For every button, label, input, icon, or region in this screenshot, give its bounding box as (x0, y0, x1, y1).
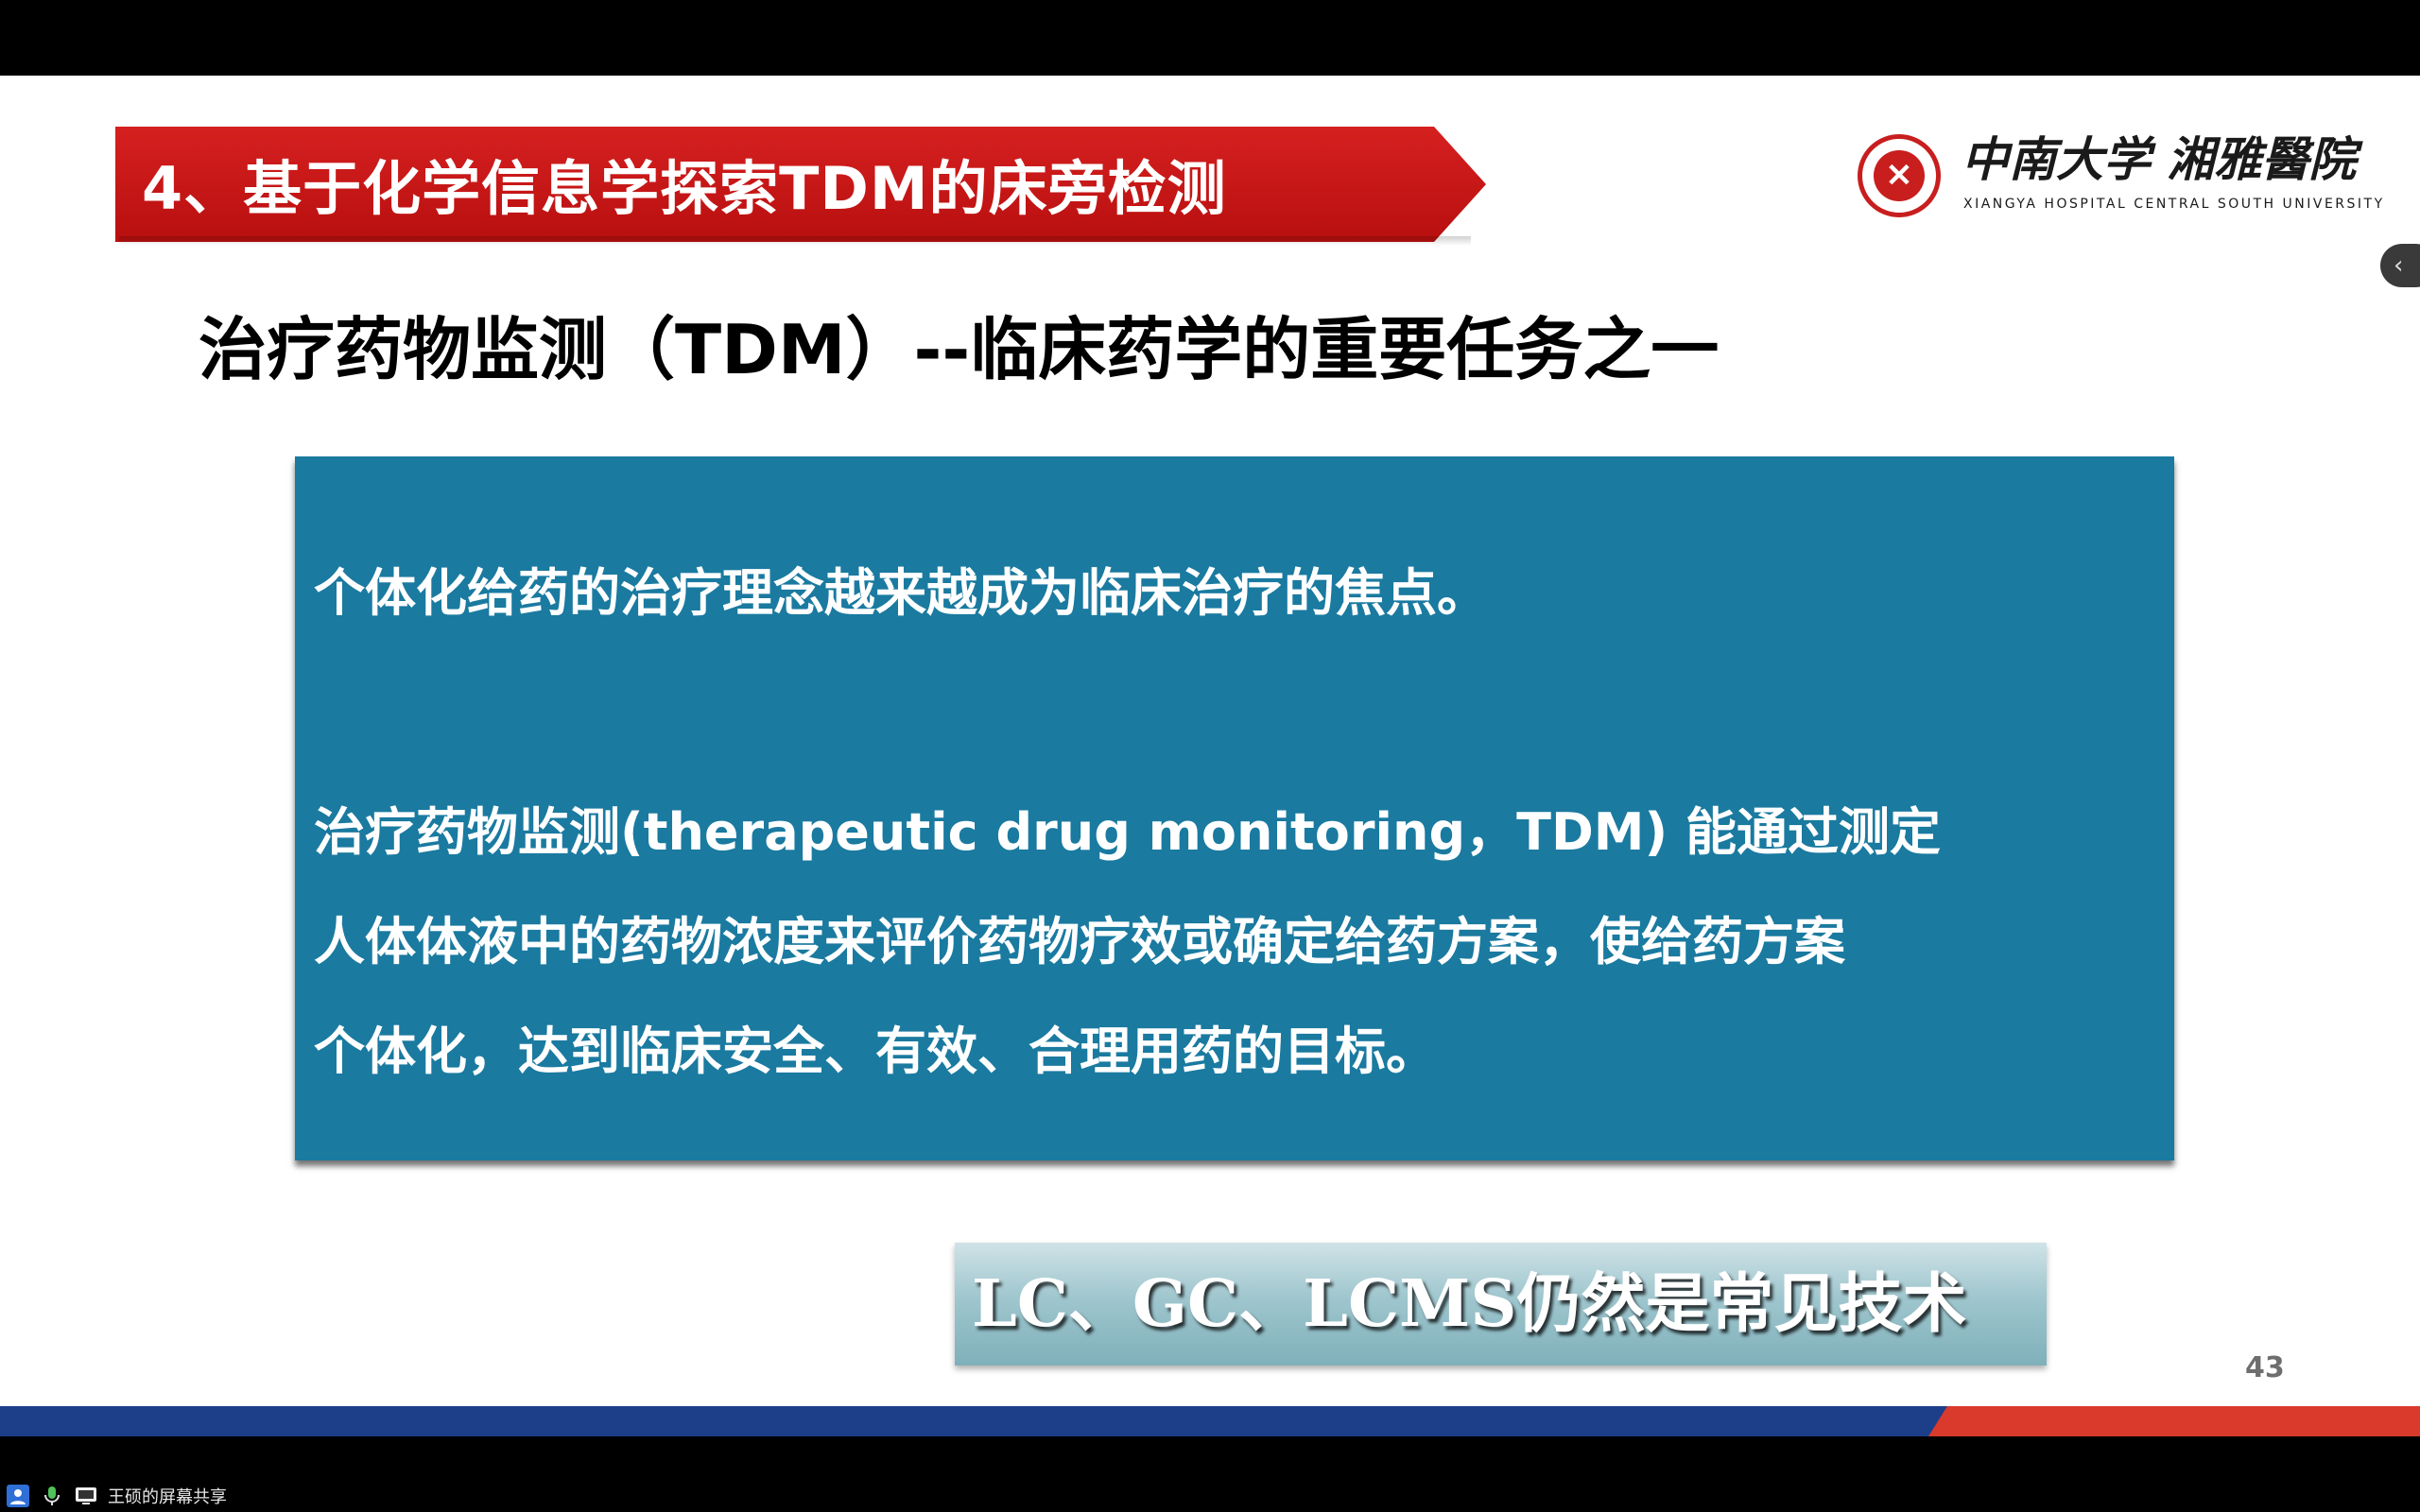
hospital-seal-icon: ✕ (1858, 134, 1941, 217)
chevron-left-icon: ‹ (2394, 251, 2404, 280)
slide-subtitle: 治疗药物监测（TDM）--临床药学的重要任务之一 (199, 310, 1720, 389)
footer-bar-red (1928, 1406, 2420, 1436)
paragraph-tdm-definition: 治疗药物监测(therapeutic drug monitoring，TDM) … (314, 778, 1941, 1107)
hospital-logo: ✕ 中南大学 湘雅醫院 XIANGYA HOSPITAL CENTRAL SOU… (1858, 127, 2387, 231)
paragraph-line: 人体体液中的药物浓度来评价药物疗效或确定给药方案，使给药方案 (314, 912, 1845, 971)
slide-title: 4、基于化学信息学探索TDM的床旁检测 (142, 154, 1227, 223)
page-number: 43 (2245, 1351, 2285, 1384)
screen-share-icon[interactable] (74, 1484, 98, 1508)
presentation-slide: 4、基于化学信息学探索TDM的床旁检测 ✕ 中南大学 湘雅醫院 XIANGYA … (0, 76, 2420, 1436)
technique-callout: LC、GC、LCMS仍然是常见技术 (955, 1243, 2047, 1366)
logo-chinese-name: 中南大学 湘雅醫院 (1962, 131, 2357, 187)
paragraph-individualized-dosing: 个体化给药的治疗理念越来越成为临床治疗的焦点。 (314, 563, 1488, 623)
paragraph-line: 个体化，达到临床安全、有效、合理用药的目标。 (314, 1022, 1437, 1081)
content-box: 个体化给药的治疗理念越来越成为临床治疗的焦点。 治疗药物监测(therapeut… (295, 456, 2174, 1160)
technique-callout-text: LC、GC、LCMS仍然是常见技术 (972, 1266, 1967, 1342)
screen-share-label: 王硕的屏幕共享 (108, 1486, 227, 1507)
side-panel-toggle[interactable]: ‹ (2380, 244, 2420, 287)
paragraph-line: 治疗药物监测(therapeutic drug monitoring，TDM) … (314, 802, 1942, 862)
meeting-status-bar: 王硕的屏幕共享 (0, 1479, 384, 1512)
user-icon[interactable] (6, 1484, 30, 1508)
microphone-icon[interactable] (40, 1484, 64, 1508)
title-banner-shadow (119, 236, 1471, 246)
logo-english-name: XIANGYA HOSPITAL CENTRAL SOUTH UNIVERSIT… (1963, 197, 2385, 212)
